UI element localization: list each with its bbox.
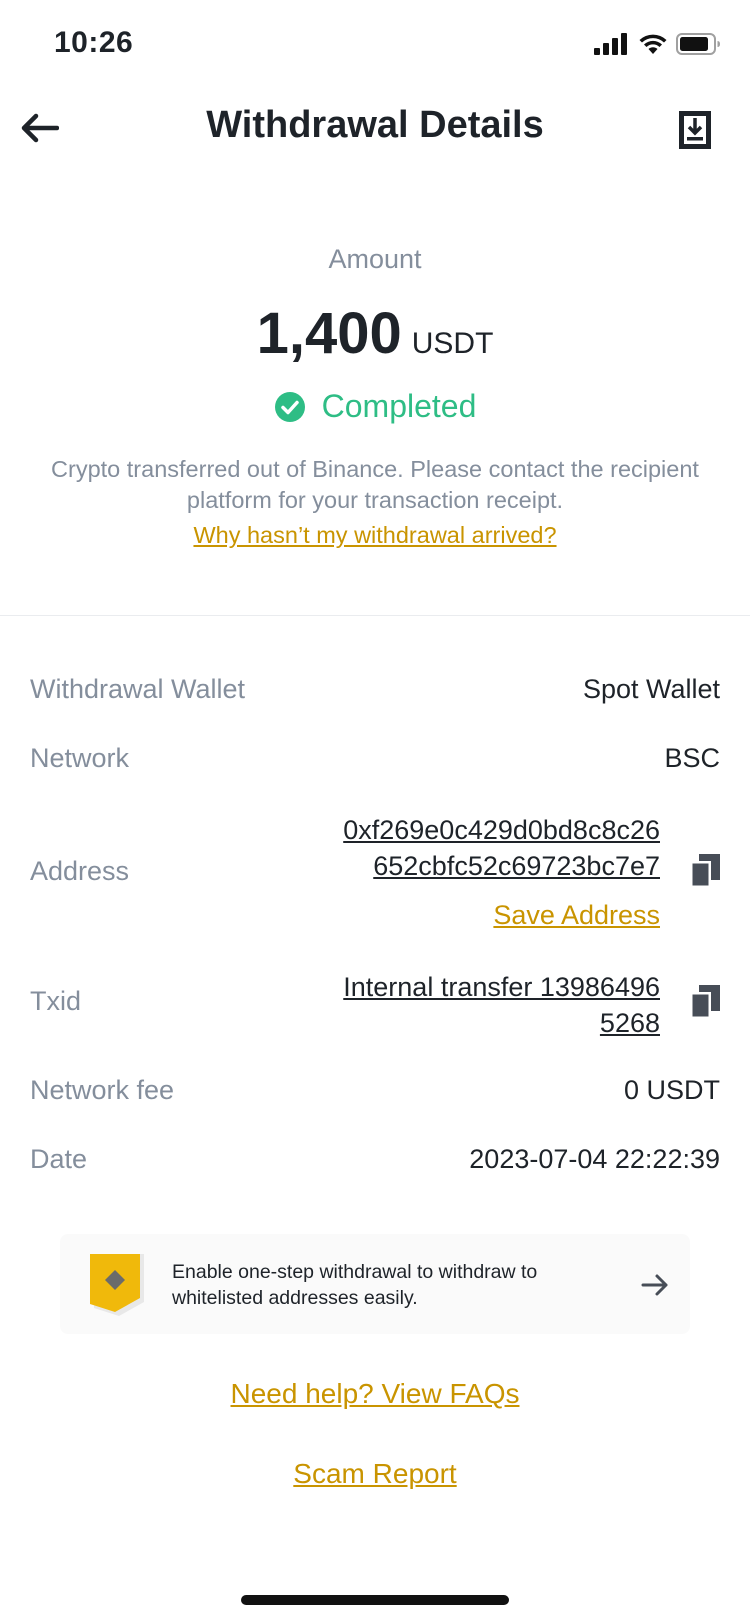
amount-label: Amount — [328, 244, 422, 274]
date-value: 2023-07-04 22:22:39 — [469, 1144, 720, 1174]
wifi-icon — [639, 34, 667, 54]
copy-txid-button[interactable] — [690, 985, 720, 1024]
address-value[interactable]: 0xf269e0c429d0bd8c8c26 652cbfc52c69723bc… — [343, 812, 660, 884]
address-label: Address — [30, 856, 130, 886]
status-icons — [594, 30, 722, 58]
amount-unit: USDT — [411, 327, 494, 360]
why-not-arrived-link[interactable]: Why hasn’t my withdrawal arrived? — [0, 522, 750, 549]
signal-icon — [594, 33, 627, 55]
date-label: Date — [30, 1144, 88, 1174]
amount-row: 1,400 USDT — [0, 300, 750, 367]
shield-icon — [90, 1254, 144, 1316]
txid-line-1: Internal transfer 13986496 — [343, 972, 660, 1002]
fee-value: 0 USDT — [623, 1075, 720, 1105]
banner-text: Enable one-step withdrawal to withdraw t… — [172, 1261, 538, 1309]
divider — [0, 615, 750, 616]
txid-label: Txid — [30, 986, 82, 1016]
status-text: Completed — [321, 388, 477, 424]
save-address-link[interactable]: Save Address — [493, 900, 660, 931]
wallet-value: Spot Wallet — [582, 674, 720, 704]
copy-icon — [690, 985, 720, 1019]
copy-icon — [690, 854, 720, 888]
scam-report-link[interactable]: Scam Report — [0, 1458, 750, 1490]
wallet-label: Withdrawal Wallet — [30, 674, 246, 704]
txid-value[interactable]: Internal transfer 13986496 5268 — [343, 969, 660, 1041]
arrow-right-icon — [641, 1274, 668, 1296]
network-label: Network — [30, 743, 130, 773]
home-indicator — [241, 1595, 509, 1605]
amount-value: 1,400 — [256, 301, 402, 366]
one-step-withdrawal-banner[interactable]: Enable one-step withdrawal to withdraw t… — [60, 1234, 690, 1334]
download-button[interactable] — [676, 108, 714, 152]
download-icon — [679, 111, 711, 149]
network-value: BSC — [664, 743, 720, 773]
page-title: Withdrawal Details — [206, 104, 544, 146]
battery-icon — [676, 33, 720, 55]
status-row: Completed — [0, 388, 750, 425]
save-address-label: Save Address — [493, 900, 660, 930]
view-faqs-link[interactable]: Need help? View FAQs — [0, 1378, 750, 1410]
address-line-1: 0xf269e0c429d0bd8c8c26 — [343, 815, 660, 845]
receipt-notice: Crypto transferred out of Binance. Pleas… — [51, 456, 699, 513]
status-time: 10:26 — [54, 26, 134, 59]
copy-address-button[interactable] — [690, 854, 720, 893]
check-circle-icon — [274, 391, 305, 422]
address-line-2: 652cbfc52c69723bc7e7 — [373, 851, 660, 881]
fee-label: Network fee — [30, 1075, 175, 1105]
txid-line-2: 5268 — [599, 1008, 660, 1038]
